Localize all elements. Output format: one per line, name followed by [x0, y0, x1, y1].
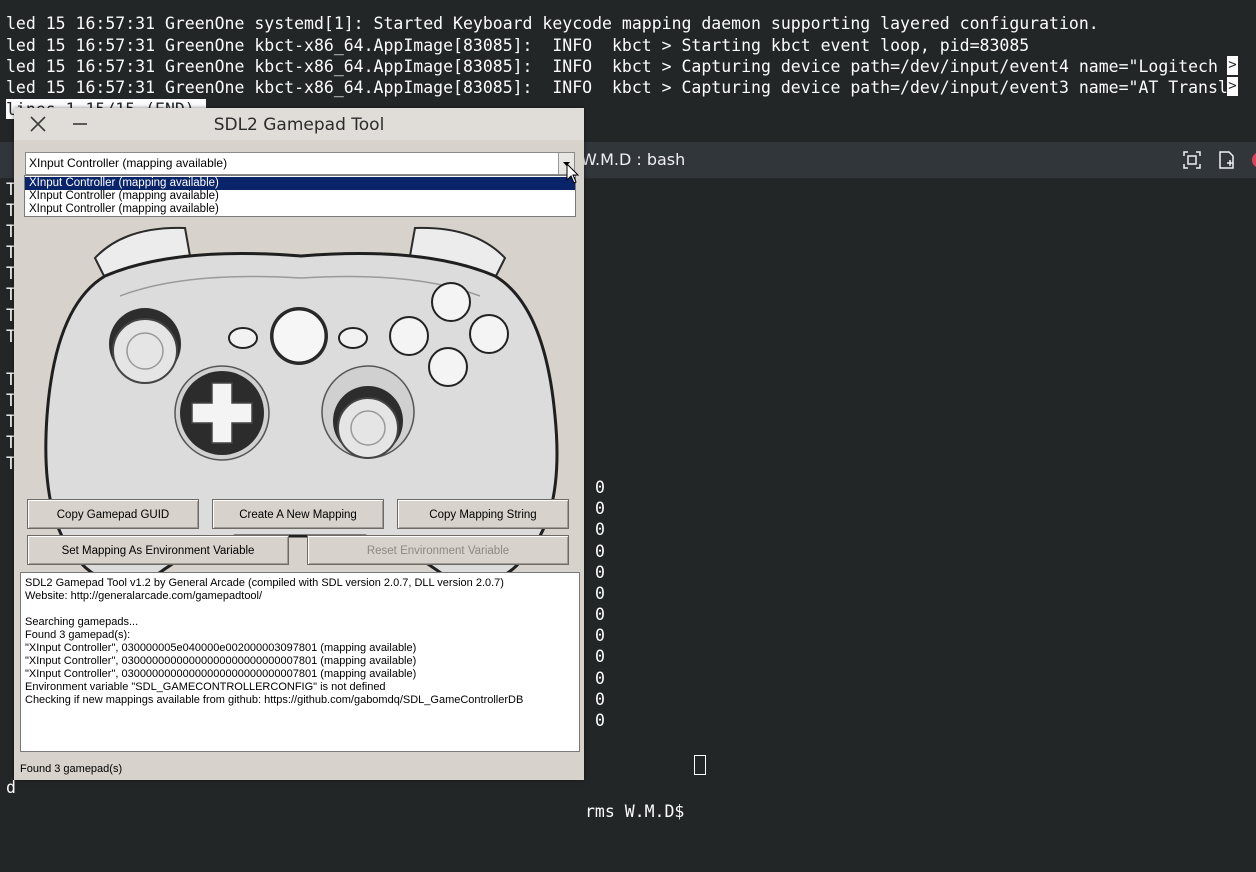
mouse-pointer-icon — [566, 162, 580, 185]
log-output[interactable]: SDL2 Gamepad Tool v1.2 by General Arcade… — [20, 572, 580, 752]
close-icon[interactable] — [1250, 150, 1256, 170]
terminal-char: 0 — [595, 499, 605, 518]
terminal-line: led 15 16:57:31 GreenOne kbct-x86_64.App… — [6, 36, 1030, 55]
dropdown-option[interactable]: XInput Controller (mapping available) — [25, 203, 575, 216]
controller-dropdown-list: XInput Controller (mapping available) XI… — [24, 175, 576, 217]
terminal-char: 0 — [595, 647, 605, 666]
terminal-char: 0 — [595, 478, 605, 497]
terminal-char: 0 — [595, 563, 605, 582]
truncation-marker: > — [1227, 77, 1238, 96]
terminal-char: 0 — [595, 669, 605, 688]
prompt-text: rms W.M.D$ — [585, 802, 695, 821]
terminal-char: 0 — [595, 690, 605, 709]
dropdown-option[interactable]: XInput Controller (mapping available) — [25, 177, 575, 190]
copy-mapping-string-button[interactable]: Copy Mapping String — [397, 499, 569, 529]
terminal-line: led 15 16:57:31 GreenOne kbct-x86_64.App… — [6, 56, 1238, 76]
window-title: SDL2 Gamepad Tool — [213, 115, 385, 135]
log-line: Website: http://generalarcade.com/gamepa… — [25, 590, 263, 602]
copy-gamepad-guid-button[interactable]: Copy Gamepad GUID — [27, 499, 199, 529]
terminal-char: 0 — [595, 711, 605, 730]
terminal-char: 0 — [595, 520, 605, 539]
maximize-icon[interactable] — [1182, 150, 1202, 170]
log-line: "XInput Controller", 030000005e040000e00… — [25, 642, 417, 654]
log-line: "XInput Controller", 0300000000000000000… — [25, 668, 417, 680]
log-line: SDL2 Gamepad Tool v1.2 by General Arcade… — [25, 577, 504, 589]
log-line: Searching gamepads... — [25, 616, 139, 628]
log-line: Found 3 gamepad(s): — [25, 629, 131, 641]
new-tab-icon[interactable] — [1217, 150, 1237, 170]
set-mapping-env-button[interactable]: Set Mapping As Environment Variable — [27, 535, 289, 565]
create-new-mapping-button[interactable]: Create A New Mapping — [212, 499, 384, 529]
dropdown-option[interactable]: XInput Controller (mapping available) — [25, 190, 575, 203]
log-line: Environment variable "SDL_GAMECONTROLLER… — [25, 681, 386, 693]
log-line: "XInput Controller", 0300000000000000000… — [25, 655, 417, 667]
reset-env-button: Reset Environment Variable — [307, 535, 569, 565]
truncation-marker: > — [1227, 56, 1238, 75]
terminal-char: 0 — [595, 542, 605, 561]
sdl-gamepad-tool-window: SDL2 Gamepad Tool XInput Controller (map… — [14, 108, 584, 780]
terminal-line: led 15 16:57:31 GreenOne kbct-x86_64.App… — [6, 77, 1238, 97]
window-title: W.M.D : bash — [581, 150, 686, 169]
status-bar: Found 3 gamepad(s) — [20, 763, 123, 775]
controller-select[interactable]: XInput Controller (mapping available) — [25, 152, 575, 175]
terminal-char: 0 — [595, 605, 605, 624]
selected-controller: XInput Controller (mapping available) — [29, 156, 228, 170]
terminal-char: 0 — [595, 584, 605, 603]
text-cursor — [694, 755, 706, 775]
terminal-line: led 15 16:57:31 GreenOne systemd[1]: Sta… — [6, 14, 1099, 33]
sdl-titlebar[interactable]: SDL2 Gamepad Tool — [14, 108, 584, 140]
terminal-char: 0 — [595, 626, 605, 645]
log-line: Checking if new mappings available from … — [25, 694, 524, 706]
